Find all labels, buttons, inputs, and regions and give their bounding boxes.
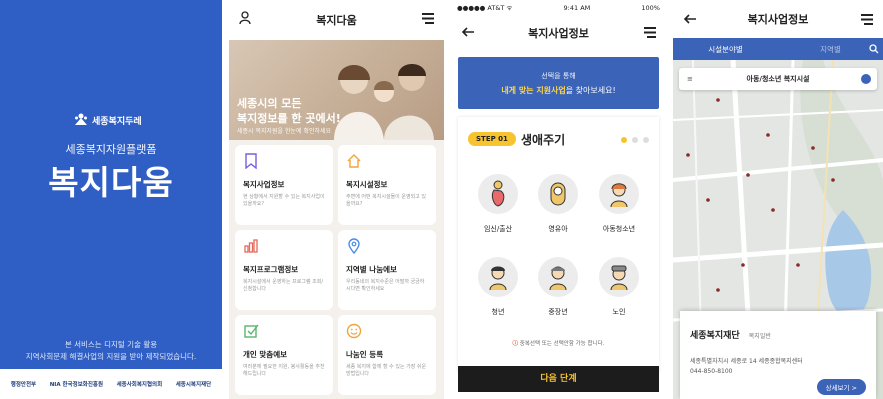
bar-chart-icon [244,239,258,253]
app-title: 복지다움 [48,163,174,202]
card-title: 개인 맞춤예보 [243,350,288,359]
child-icon [610,183,628,208]
life-stage-option[interactable]: 노인 [589,257,649,317]
card-desc: 여러분께 필요한 지원, 봉사활동을 추천해드립니다 [243,364,325,377]
carrier: ●●●●● AT&T ᯤ [457,4,513,12]
card-personal-forecast[interactable]: 개인 맞춤예보 여러분께 필요한 지원, 봉사활동을 추천해드립니다 [235,315,333,395]
card-title: 복지프로그램정보 [243,265,299,274]
user-icon[interactable] [239,11,251,25]
step-panel: STEP 01 생애주기 임신/출산 영유아 아동청소년 청년 중장년 노인 ⓘ… [458,117,659,372]
menu-grid: 복지사업정보 현 상황에서 지원할 수 있는 복지사업이 있을까요? 복지시설정… [235,145,438,395]
step-badge: STEP 01 [468,132,516,146]
card-regional-forecast[interactable]: 지역별 나눔에보 우리동네의 복지수준은 어떨까 궁금하시다면 확인하세요 [338,230,436,310]
selection-note: ⓘ 중복선택 또는 선택안함 가능 합니다. [512,341,605,347]
bookmark-icon [245,153,257,169]
step-dot [632,137,638,143]
card-desc: 세종 복지에 함께 할 수 있는 가장 쉬운 방법입니다 [346,364,427,377]
card-desc: 현 상황에서 지원할 수 있는 복지사업이 있을까요? [243,194,325,207]
smile-icon [346,323,362,339]
home-screen: 복지다움 세종시의 모든 복지정보를 한 곳에서! 세종시 복지자원을 한눈에 … [229,0,444,399]
hero-title-line1: 세종시의 모든 [237,97,302,110]
youth-icon [489,266,507,291]
life-stage-option[interactable]: 중장년 [528,257,588,317]
pregnancy-icon [491,180,505,207]
life-stage-option[interactable]: 영유아 [528,174,588,234]
facility-info-card: 세종복지재단 복지일반 세종특별자치시 세종로 14 세종종합복지센터 044-… [680,311,876,399]
list-icon[interactable]: ≡ [687,68,693,90]
step-title: 생애주기 [521,133,566,147]
search-icon[interactable] [869,44,879,54]
card-title: 나눔인 등록 [346,350,384,359]
business-header: 복지사업정보 [451,15,666,51]
life-stage-option[interactable]: 아동청소년 [589,174,649,234]
hero-caption: 세종시 복지자원을 한눈에 확인하세요 [237,128,332,135]
brand-name: 세종복지두레 [92,117,142,127]
life-stage-option[interactable]: 임신/출산 [468,174,528,234]
partner-logo: 세종시복지재단 [175,382,212,388]
step-dot [643,137,649,143]
facility-phone: 044-850-8100 [690,368,733,375]
next-step-button[interactable]: 다음 단계 [458,366,659,392]
status-bar: ●●●●● AT&T ᯤ 9:41 AM 100% [451,0,666,15]
page-title: 복지다움 [316,14,357,27]
map-pin-icon [348,238,360,254]
tab-by-field[interactable]: 시설분야별 [673,44,778,55]
page-title: 복지사업정보 [747,13,809,26]
step-indicator [621,137,649,143]
category-filter[interactable]: ≡ 아동/청소년 복지시설 [679,68,877,90]
battery: 100% [641,3,660,12]
splash-subtitle: 세종복지자원플랫폼 [65,143,157,156]
facility-type: 복지일반 [748,333,771,340]
home-icon [347,154,361,168]
card-desc: 주변에 어떤 복지시설들이 운영되고 있을까요? [346,194,426,207]
card-desc: 복지시설에서 운영하는 프로그램 조회/신청합니다 [243,279,324,292]
detail-button[interactable]: 상세보기 > [816,379,866,395]
back-arrow-icon[interactable] [461,27,475,37]
hero-banner: 세종시의 모든 복지정보를 한 곳에서! 세종시 복지자원을 한눈에 확인하세요 [229,40,444,140]
card-welfare-program[interactable]: 복지프로그램정보 복지시설에서 운영하는 프로그램 조회/신청합니다 [235,230,333,310]
card-welfare-business[interactable]: 복지사업정보 현 상황에서 지원할 수 있는 복지사업이 있을까요? [235,145,333,225]
partner-logo: 행정안전부 [10,382,37,388]
facility-header: 복지사업정보 [673,0,883,38]
splash-screen: 세종복지두레 세종복지자원플랫폼 복지다움 본 서비스는 디지털 기술 활용 지… [0,0,222,399]
card-desc: 우리동네의 복지수준은 어떨까 궁금하시다면 확인하세요 [346,279,425,292]
page-title: 복지사업정보 [528,27,589,40]
card-title: 지역별 나눔에보 [346,265,397,274]
brand-logo-icon [75,113,87,125]
facility-name: 세종복지재단 [690,331,740,341]
tab-by-region[interactable]: 지역별 [778,44,883,55]
check-icon[interactable] [861,74,871,84]
partner-logo: 세종사회복지협의회 [116,382,163,388]
checkbox-icon [244,324,259,338]
partner-logo: NIA 한국정보화진흥원 [49,382,104,388]
menu-icon[interactable] [422,13,434,24]
business-screen: ●●●●● AT&T ᯤ 9:41 AM 100% 복지사업정보 선택을 통해 … [451,0,666,399]
infant-icon [550,182,566,206]
card-title: 복지시설정보 [346,180,388,189]
senior-icon [610,265,628,291]
home-header: 복지다움 [229,0,444,40]
card-welfare-facility[interactable]: 복지시설정보 주변에 어떤 복지시설들이 운영되고 있을까요? [338,145,436,225]
menu-icon[interactable] [644,27,656,38]
menu-icon[interactable] [861,14,873,25]
card-title: 복지사업정보 [243,180,285,189]
family-photo [334,64,434,140]
facility-tabs: 시설분야별 지역별 [673,38,883,60]
step-dot [621,137,627,143]
card-donor-register[interactable]: 나눔인 등록 세종 복지에 함께 할 수 있는 가장 쉬운 방법입니다 [338,315,436,395]
life-stage-option[interactable]: 청년 [468,257,528,317]
middle-aged-icon [549,266,567,291]
back-arrow-icon[interactable] [683,14,697,24]
facility-address: 세종특별자치시 세종로 14 세종종합복지센터 [690,358,803,365]
partner-logos: 행정안전부 NIA 한국정보화진흥원 세종사회복지협의회 세종시복지재단 [0,369,222,399]
clock: 9:41 AM [563,3,591,12]
funding-notice: 본 서비스는 디지털 기술 활용 지역사회문제 해결사업의 지원을 받아 제작되… [25,340,197,361]
hero-title-line2: 복지정보를 한 곳에서! [237,112,341,125]
facility-screen: 복지사업정보 시설분야별 지역별 ≡ 아동/청소년 복지시설 세종복지재단 복지… [673,0,883,399]
guide-banner: 선택을 통해 내게 맞는 지원사업을 찾아보세요! [458,57,659,109]
